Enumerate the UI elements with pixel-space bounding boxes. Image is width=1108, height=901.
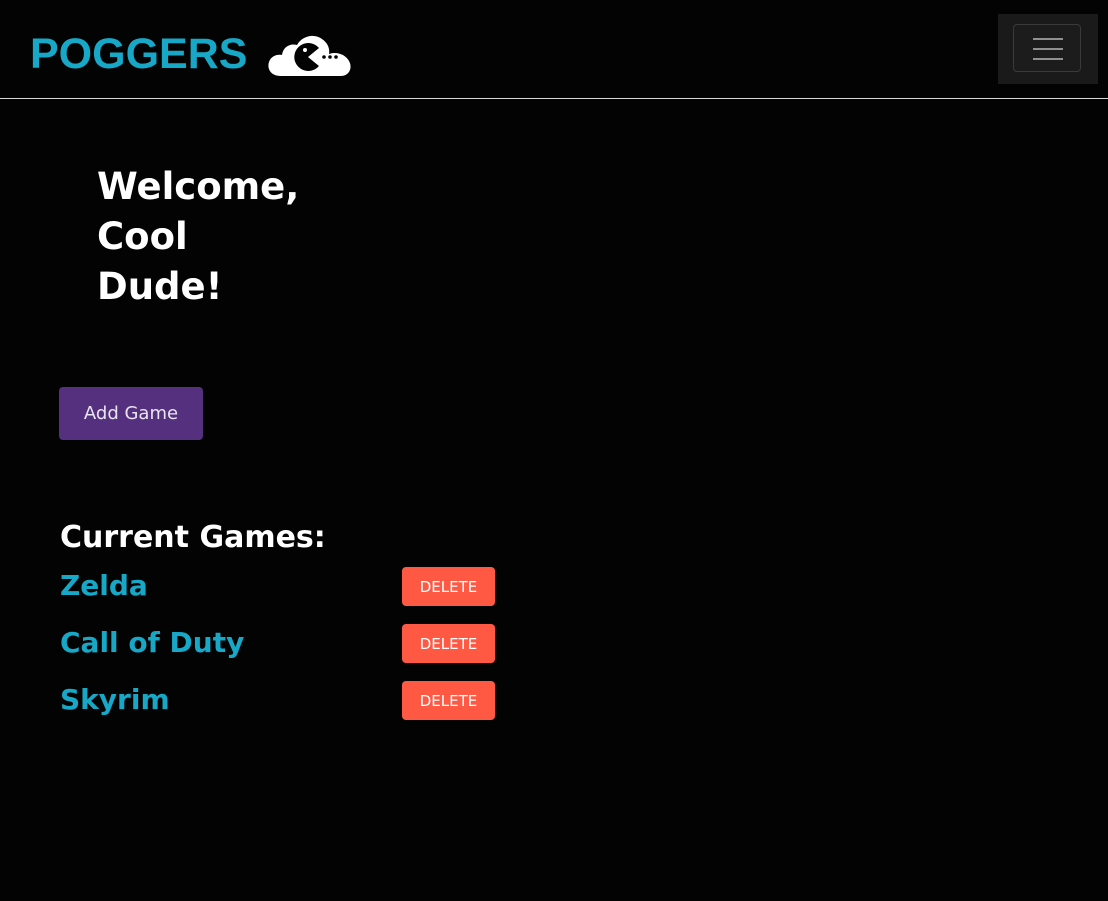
welcome-heading: Welcome, Cool Dude! [97,165,300,308]
game-link[interactable]: Skyrim [60,681,170,719]
navbar: POGGERS [0,0,1108,99]
game-link[interactable]: Zelda [60,567,148,605]
delete-game-button[interactable]: DELETE [402,624,495,663]
game-link[interactable]: Call of Duty [60,624,244,662]
delete-game-button[interactable]: DELETE [402,681,495,720]
current-games-heading: Current Games: [60,520,326,555]
game-row: Call of Duty DELETE [60,621,520,678]
brand-link[interactable]: POGGERS [30,30,353,78]
game-row: Skyrim DELETE [60,678,520,735]
menu-toggle-button[interactable] [1013,24,1081,72]
pacman-cloud-icon [268,35,352,76]
delete-game-button[interactable]: DELETE [402,567,495,606]
game-row: Zelda DELETE [60,564,520,621]
brand-name: POGGERS [30,30,248,78]
menu-toggle-area [998,14,1098,84]
game-list: Zelda DELETE Call of Duty DELETE Skyrim … [60,564,520,735]
add-game-button[interactable]: Add Game [59,387,203,440]
